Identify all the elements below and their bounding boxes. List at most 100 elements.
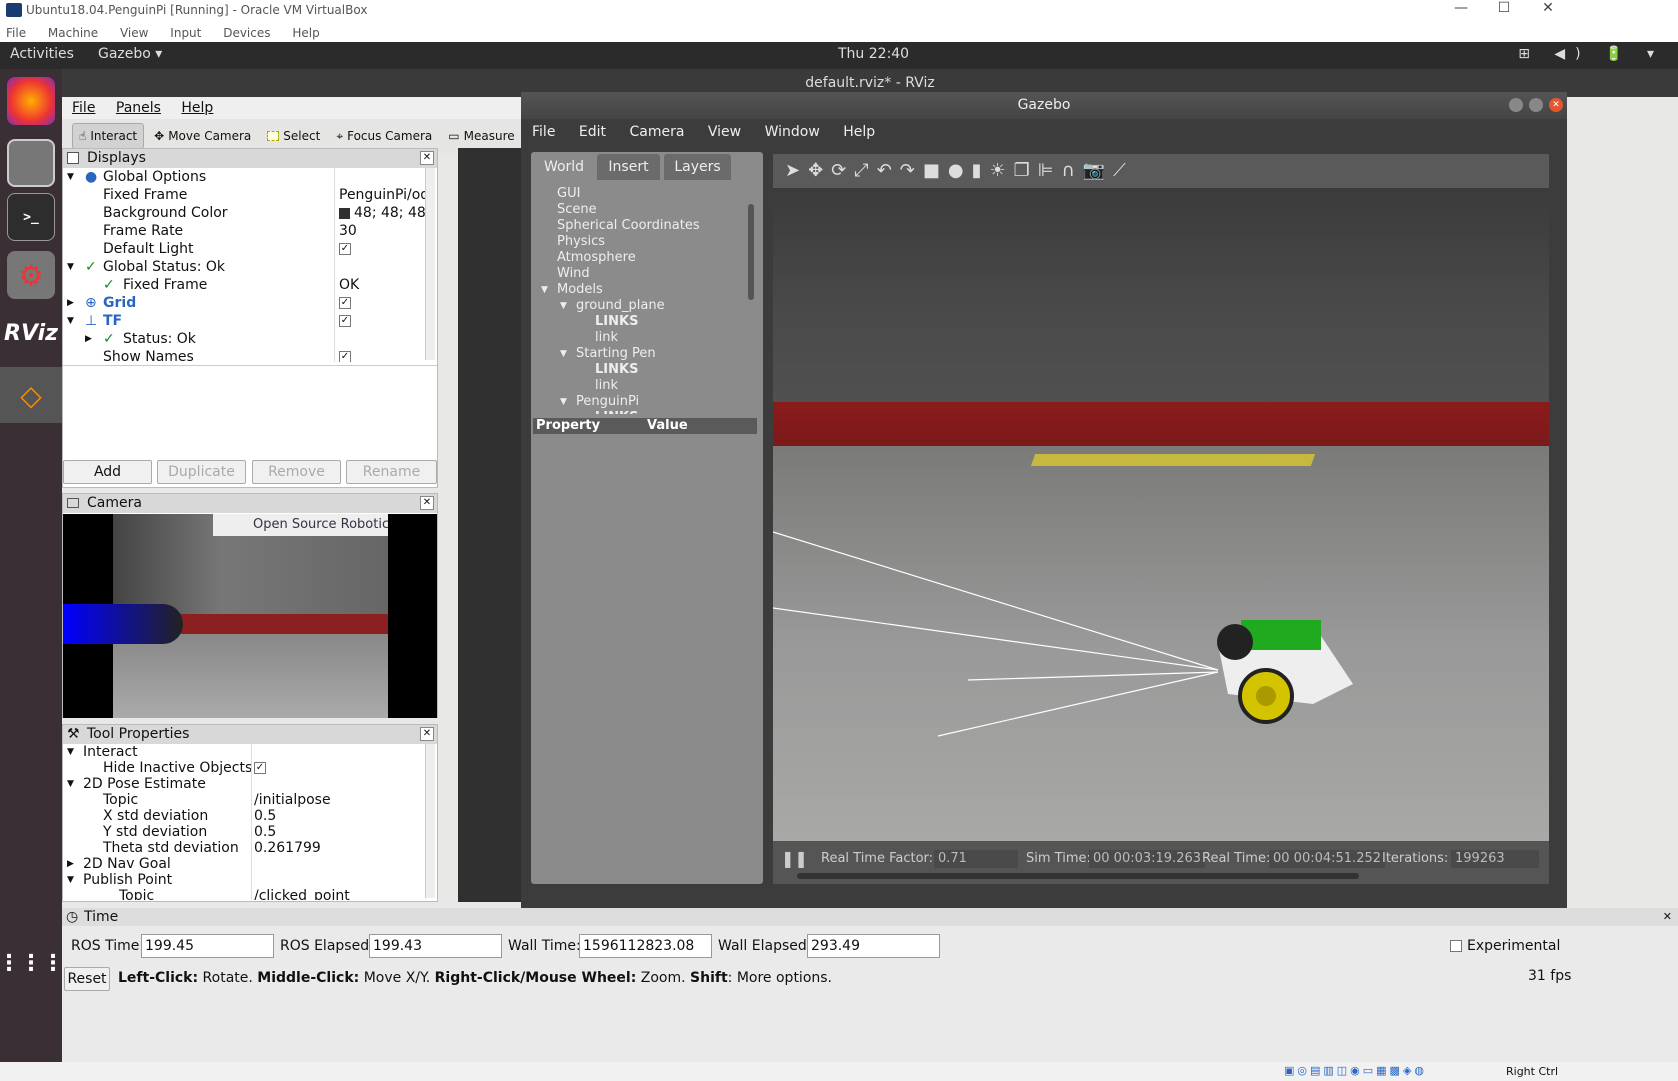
world-tree-item[interactable]: PenguinPi [576, 394, 639, 410]
add-button[interactable]: Add [63, 460, 152, 484]
display-row[interactable]: ▼ ⊥ TF ✓ [63, 312, 437, 330]
reset-button[interactable]: Reset [64, 967, 110, 991]
tool-property-row[interactable]: Topic/initialpose [63, 792, 437, 808]
system-tray[interactable]: ⊞ ◀) 🔋 ▾ [1518, 46, 1664, 62]
world-tree-item[interactable]: Atmosphere [557, 250, 636, 266]
tool-property-row[interactable]: ▼ 2D Pose Estimate [63, 776, 437, 792]
tool-property-row[interactable]: Hide Inactive Objects ✓ [63, 760, 437, 776]
tab-layers[interactable]: Layers [664, 154, 731, 180]
gz-menu-file[interactable]: File [532, 124, 555, 140]
gz-rotate-icon[interactable]: ⟳ [831, 160, 854, 181]
gazebo-3d-view[interactable] [773, 154, 1549, 884]
expand-arrow-icon[interactable]: ▶ [67, 294, 74, 312]
close-time-icon[interactable]: ✕ [1663, 908, 1672, 926]
vbox-menu-devices[interactable]: Devices [223, 26, 270, 40]
duplicate-button[interactable]: Duplicate [157, 460, 246, 484]
rename-button[interactable]: Rename [346, 460, 437, 484]
activities-button[interactable]: Activities [10, 46, 74, 62]
gz-cylinder-icon[interactable]: ▮ [972, 160, 990, 181]
tool-property-row[interactable]: ▶ 2D Nav Goal [63, 856, 437, 872]
minimize-icon[interactable]: — [1441, 0, 1481, 16]
tool-property-row[interactable]: ▼ Publish Point [63, 872, 437, 888]
app-menu[interactable]: Gazebo ▾ [98, 46, 162, 62]
expand-arrow-icon[interactable]: ▼ [67, 872, 74, 888]
world-tree-item[interactable]: Physics [557, 234, 605, 250]
gz-menu-edit[interactable]: Edit [579, 124, 606, 140]
close-tool-properties-icon[interactable]: ✕ [420, 727, 434, 741]
settings-icon[interactable]: ⚙ [7, 251, 55, 299]
world-tree-item[interactable]: Spherical Coordinates [557, 218, 700, 234]
world-tree-item[interactable]: link [595, 378, 618, 394]
show-apps-icon[interactable]: ⋮⋮⋮ [0, 939, 64, 987]
rviz-menu-file[interactable]: File [72, 100, 95, 116]
close-camera-icon[interactable]: ✕ [420, 496, 434, 510]
remove-button[interactable]: Remove [252, 460, 341, 484]
wall-elapsed-field[interactable]: 293.49 [807, 934, 940, 958]
world-tree-scrollbar[interactable] [748, 204, 754, 300]
ros-elapsed-field[interactable]: 199.43 [369, 934, 502, 958]
gz-redo-icon[interactable]: ↷ [900, 160, 923, 181]
display-checkbox[interactable]: ✓ [339, 297, 351, 309]
gz-align-icon[interactable]: ⊫ [1038, 160, 1062, 181]
tool-property-row[interactable]: Y std deviation 0.5 [63, 824, 437, 840]
vbox-menu-view[interactable]: View [120, 26, 148, 40]
gz-screenshot-icon[interactable]: 📷 [1083, 160, 1113, 181]
displays-scrollbar[interactable] [425, 168, 435, 360]
gz-translate-icon[interactable]: ✥ [808, 160, 831, 181]
vbox-menu-machine[interactable]: Machine [48, 26, 98, 40]
move-camera-button[interactable]: ✥ Move Camera [148, 124, 257, 148]
gz-menu-view[interactable]: View [708, 124, 741, 140]
gz-maximize-icon[interactable] [1529, 98, 1543, 112]
measure-button[interactable]: ▭ Measure [442, 124, 520, 148]
display-checkbox[interactable]: ✓ [339, 243, 351, 255]
tab-world[interactable]: World [533, 154, 595, 180]
gz-scale-icon[interactable]: ⤢ [854, 160, 876, 181]
tool-scrollbar[interactable] [425, 744, 435, 898]
display-row[interactable]: ▶ ✓ Status: Ok [63, 330, 437, 348]
clock[interactable]: Thu 22:40 [838, 46, 909, 62]
world-tree-item[interactable]: LINKS [595, 410, 638, 414]
world-tree-item[interactable]: LINKS [595, 314, 638, 330]
display-row[interactable]: Show Names ✓ [63, 348, 437, 362]
world-tree-item[interactable]: link [595, 330, 618, 346]
display-row[interactable]: Fixed Frame PenguinPi/od. [63, 186, 437, 204]
gz-sphere-icon[interactable]: ● [948, 160, 972, 181]
world-tree-item[interactable]: ground_plane [576, 298, 665, 314]
wall-time-field[interactable]: 1596112823.08 [579, 934, 712, 958]
close-icon[interactable]: ✕ [1528, 0, 1568, 16]
display-row[interactable]: ✓ Fixed Frame OK [63, 276, 437, 294]
gz-light-icon[interactable]: ☀ [990, 160, 1014, 181]
gz-menu-help[interactable]: Help [843, 124, 875, 140]
display-row[interactable]: Default Light ✓ [63, 240, 437, 258]
tool-property-row[interactable]: X std deviation 0.5 [63, 808, 437, 824]
gz-copy-icon[interactable]: ❐ [1014, 160, 1038, 181]
pause-icon[interactable]: ❚❚ [781, 850, 808, 868]
gz-snap-icon[interactable]: ∩ [1061, 160, 1082, 181]
files-icon[interactable] [7, 139, 55, 187]
expand-arrow-icon[interactable]: ▶ [85, 330, 92, 348]
vbox-menu-input[interactable]: Input [170, 26, 201, 40]
display-row[interactable]: Background Color 48; 48; 48 [63, 204, 437, 222]
gz-select-icon[interactable]: ➤ [785, 160, 808, 181]
display-row[interactable]: ▼ ● Global Options [63, 168, 437, 186]
gz-undo-icon[interactable]: ↶ [877, 160, 900, 181]
rviz-menu-help[interactable]: Help [181, 100, 213, 116]
display-row[interactable]: ▶ ⊕ Grid ✓ [63, 294, 437, 312]
display-row[interactable]: ▼ ✓ Global Status: Ok [63, 258, 437, 276]
maximize-icon[interactable]: ☐ [1484, 0, 1524, 16]
rviz-menu-panels[interactable]: Panels [116, 100, 161, 116]
expand-arrow-icon[interactable]: ▼ [67, 258, 74, 276]
gz-minimize-icon[interactable] [1509, 98, 1523, 112]
gz-box-icon[interactable]: ■ [923, 160, 948, 181]
world-tree-item[interactable]: Scene [557, 202, 597, 218]
expand-arrow-icon[interactable]: ▼ [67, 312, 74, 330]
world-tree-item[interactable]: LINKS [595, 362, 638, 378]
expand-arrow-icon[interactable]: ▼ [67, 744, 74, 760]
gz-menu-window[interactable]: Window [765, 124, 820, 140]
world-tree-item[interactable]: GUI [557, 186, 580, 202]
select-button[interactable]: Select [261, 124, 326, 148]
expand-arrow-icon[interactable]: ▼ [67, 776, 74, 792]
expand-arrow-icon[interactable]: ▼ [560, 346, 567, 362]
world-tree-item[interactable]: Models [557, 282, 603, 298]
world-tree-item[interactable]: Wind [557, 266, 590, 282]
